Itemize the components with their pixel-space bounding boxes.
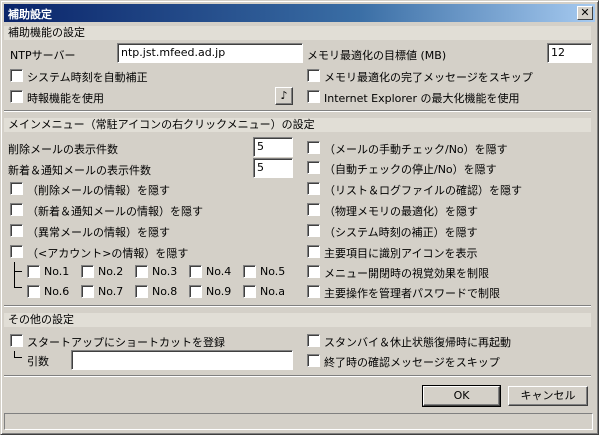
title-bar[interactable]: 補助設定 ✕ — [4, 4, 595, 22]
account-label: No.7 — [98, 285, 124, 298]
show-id-icons-checkbox[interactable] — [307, 245, 320, 258]
hide-new-mail-info-checkbox[interactable] — [10, 203, 23, 216]
deleted-mail-count-label: 削除メールの表示件数 — [8, 143, 118, 156]
account-label: No.1 — [44, 265, 70, 278]
account-no5-checkbox[interactable] — [243, 265, 256, 278]
arguments-label: 引数 — [27, 355, 49, 368]
skip-exit-confirm-checkbox[interactable] — [307, 354, 320, 367]
account-no2-checkbox[interactable] — [81, 265, 94, 278]
account-no7-checkbox[interactable] — [81, 285, 94, 298]
account-no1-checkbox[interactable] — [27, 265, 40, 278]
time-signal-sound-button[interactable]: ♪ — [275, 87, 293, 105]
account-label: No.8 — [152, 285, 178, 298]
account-no9-checkbox[interactable] — [189, 285, 202, 298]
hide-error-mail-info-checkbox[interactable] — [10, 224, 23, 237]
hide-deleted-mail-info-label: （削除メールの情報）を隠す — [27, 184, 170, 197]
time-signal-label: 時報機能を使用 — [27, 92, 104, 105]
hide-new-mail-info-label: （新着＆通知メールの情報）を隠す — [27, 205, 203, 218]
account-no8-checkbox[interactable] — [135, 285, 148, 298]
hide-account-info-checkbox[interactable] — [10, 245, 23, 258]
hide-auto-check-stop-label: （自動チェックの停止/No）を隠す — [324, 163, 497, 176]
limit-visual-effects-checkbox[interactable] — [307, 265, 320, 278]
auto-time-correct-label: システム時刻を自動補正 — [27, 71, 148, 84]
account-no4-checkbox[interactable] — [189, 265, 202, 278]
separator — [4, 375, 591, 377]
account-label: No.3 — [152, 265, 178, 278]
skip-exit-confirm-label: 終了時の確認メッセージをスキップ — [324, 356, 500, 369]
hide-memory-opt-label: （物理メモリの最適化）を隠す — [324, 205, 478, 218]
aux-section-heading: 補助機能の設定 — [4, 26, 591, 40]
other-section-heading: その他の設定 — [4, 313, 591, 327]
auto-time-correct-checkbox[interactable] — [10, 69, 23, 82]
new-mail-count-label: 新着＆通知メールの表示件数 — [8, 164, 151, 177]
tree-connector — [14, 262, 22, 272]
hide-list-log-checkbox[interactable] — [307, 182, 320, 195]
separator — [4, 305, 591, 307]
tree-connector — [14, 272, 22, 288]
hide-auto-check-stop-checkbox[interactable] — [307, 161, 320, 174]
arguments-input[interactable] — [71, 350, 293, 370]
skip-mem-opt-message-label: メモリ最適化の完了メッセージをスキップ — [324, 71, 533, 84]
hide-account-info-label: （<アカウント>の情報）を隠す — [27, 247, 189, 260]
hide-error-mail-info-label: （異常メールの情報）を隠す — [27, 226, 170, 239]
ie-maximize-label: Internet Explorer の最大化機能を使用 — [324, 92, 520, 105]
admin-password-label: 主要操作を管理者パスワードで制限 — [324, 287, 500, 300]
hide-manual-check-label: （メールの手動チェック/No）を隠す — [324, 143, 508, 156]
restart-on-resume-label: スタンバイ＆休止状態復帰時に再起動 — [324, 336, 511, 349]
account-label: No.5 — [260, 265, 286, 278]
ie-maximize-checkbox[interactable] — [307, 90, 320, 103]
time-signal-checkbox[interactable] — [10, 90, 23, 103]
account-label: No.4 — [206, 265, 232, 278]
separator — [4, 110, 591, 112]
music-note-icon: ♪ — [280, 89, 288, 102]
restart-on-resume-checkbox[interactable] — [307, 334, 320, 347]
account-no6-checkbox[interactable] — [27, 285, 40, 298]
startup-shortcut-checkbox[interactable] — [10, 334, 23, 347]
account-label: No.2 — [98, 265, 124, 278]
account-noa-checkbox[interactable] — [243, 285, 256, 298]
close-button[interactable]: ✕ — [577, 6, 593, 20]
show-id-icons-label: 主要項目に識別アイコンを表示 — [324, 247, 478, 260]
skip-mem-opt-message-checkbox[interactable] — [307, 69, 320, 82]
deleted-mail-count-input[interactable]: 5 — [253, 137, 293, 157]
ntp-server-input[interactable]: ntp.jst.mfeed.ad.jp — [117, 43, 303, 63]
ok-button[interactable]: OK — [422, 385, 501, 407]
memory-target-label: メモリ最適化の目標値 (MB) — [307, 49, 447, 62]
admin-password-checkbox[interactable] — [307, 285, 320, 298]
ntp-server-label: NTPサーバー — [10, 49, 76, 62]
memory-target-input[interactable]: 12 — [547, 43, 592, 63]
account-label: No.9 — [206, 285, 232, 298]
account-no3-checkbox[interactable] — [135, 265, 148, 278]
hide-memory-opt-checkbox[interactable] — [307, 203, 320, 216]
new-mail-count-input[interactable]: 5 — [253, 158, 293, 178]
menu-section-heading: メインメニュー（常駐アイコンの右クリックメニュー）の設定 — [4, 118, 591, 132]
hide-time-correct-checkbox[interactable] — [307, 224, 320, 237]
tree-connector — [14, 351, 22, 358]
startup-shortcut-label: スタートアップにショートカットを登録 — [27, 336, 225, 349]
cancel-button[interactable]: キャンセル — [508, 386, 588, 406]
limit-visual-effects-label: メニュー開閉時の視覚効果を制限 — [324, 267, 489, 280]
hide-time-correct-label: （システム時刻の補正）を隠す — [324, 226, 478, 239]
account-label: No.6 — [44, 285, 70, 298]
window-title: 補助設定 — [8, 8, 52, 21]
hide-manual-check-checkbox[interactable] — [307, 141, 320, 154]
hide-deleted-mail-info-checkbox[interactable] — [10, 182, 23, 195]
account-label: No.a — [260, 285, 286, 298]
hide-list-log-label: （リスト＆ログファイルの確認）を隠す — [324, 184, 522, 197]
status-bar — [4, 413, 593, 430]
